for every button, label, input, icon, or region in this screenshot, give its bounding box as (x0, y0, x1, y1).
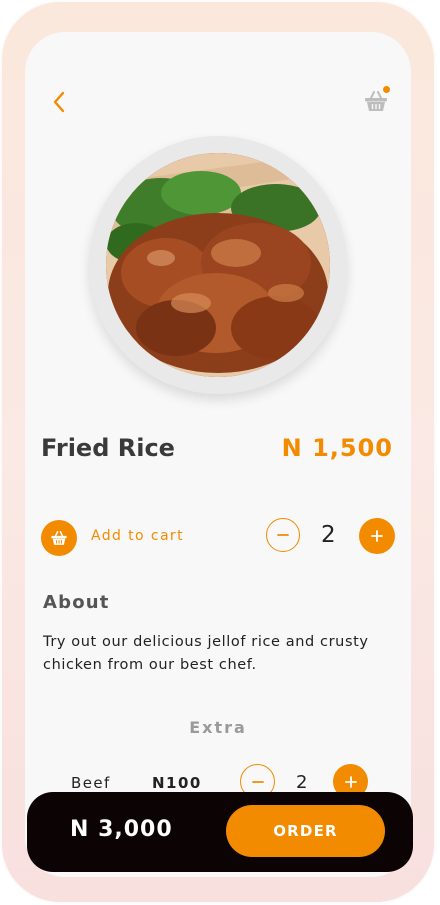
about-description: Try out our delicious jellof rice and cr… (43, 634, 369, 673)
plus-icon (344, 775, 357, 788)
cart-button[interactable] (363, 86, 391, 114)
product-title: Fried Rice (41, 434, 175, 462)
basket-icon (51, 531, 67, 545)
order-total: N 3,000 (70, 817, 173, 842)
back-button[interactable] (47, 88, 71, 116)
product-image-plate (89, 136, 347, 394)
product-price: N 1,500 (281, 434, 393, 462)
grilled-chicken-illustration (106, 153, 330, 377)
extra-item-quantity: 2 (296, 772, 308, 793)
product-screen: Fried Rice N 1,500 Add to cart 2 About T… (25, 32, 411, 877)
cart-notification-dot (383, 86, 390, 93)
quantity-decrease-button[interactable] (266, 518, 300, 552)
add-to-cart-button[interactable] (41, 520, 77, 556)
minus-icon (277, 534, 289, 536)
quantity-value: 2 (321, 522, 336, 548)
about-heading: About (43, 592, 110, 613)
extra-item-price: N100 (152, 774, 202, 792)
extra-item-name: Beef (71, 774, 111, 792)
add-to-cart-label[interactable]: Add to cart (91, 528, 184, 544)
order-bar: N 3,000 ORDER (27, 792, 413, 872)
chevron-left-icon (53, 91, 65, 113)
plus-icon (371, 530, 383, 542)
quantity-increase-button[interactable] (359, 518, 395, 554)
extra-heading: Extra (189, 718, 247, 737)
product-image (106, 153, 330, 377)
minus-icon (251, 780, 264, 783)
order-button[interactable]: ORDER (226, 805, 385, 857)
